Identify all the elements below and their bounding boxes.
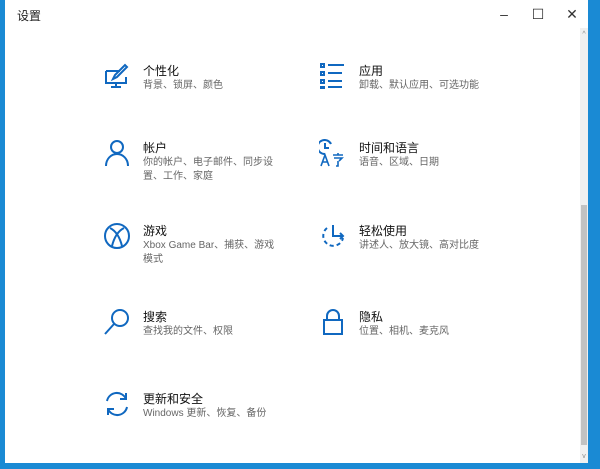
settings-item-privacy[interactable]: 隐私 位置、相机、麦克风	[319, 308, 519, 368]
maximize-button[interactable]: ☐	[521, 0, 555, 28]
settings-item-accounts[interactable]: 帐户 你的帐户、电子邮件、同步设置、工作、家庭	[103, 139, 303, 199]
settings-item-apps[interactable]: 应用 卸载、默认应用、可选功能	[319, 62, 519, 122]
close-button[interactable]: ✕	[555, 0, 589, 28]
settings-item-update-security[interactable]: 更新和安全 Windows 更新、恢复、备份	[103, 390, 303, 450]
settings-item-search[interactable]: 搜索 查找我的文件、权限	[103, 308, 303, 368]
scrollbar-thumb[interactable]	[581, 205, 587, 445]
item-description: 语音、区域、日期	[359, 157, 439, 168]
item-title: 游戏	[143, 224, 168, 238]
scroll-down-button[interactable]: v	[580, 453, 588, 460]
settings-item-ease-of-access[interactable]: 轻松使用 讲述人、放大镜、高对比度	[319, 222, 519, 282]
settings-item-gaming[interactable]: 游戏 Xbox Game Bar、捕获、游戏模式	[103, 222, 303, 282]
update-icon	[106, 391, 128, 417]
account-icon	[105, 140, 129, 167]
time-language-icon	[319, 139, 344, 167]
item-title: 个性化	[143, 64, 180, 78]
settings-item-personalization[interactable]: 个性化 背景、锁屏、颜色	[103, 62, 303, 122]
minimize-button[interactable]: –	[487, 0, 521, 28]
xbox-icon	[104, 223, 130, 249]
item-description: 查找我的文件、权限	[143, 326, 233, 337]
item-description: Windows 更新、恢复、备份	[143, 408, 267, 419]
item-description: 卸载、默认应用、可选功能	[359, 80, 479, 91]
item-title: 轻松使用	[359, 224, 408, 238]
item-title: 帐户	[143, 141, 168, 155]
apps-icon	[320, 63, 344, 89]
item-description: 讲述人、放大镜、高对比度	[359, 240, 479, 251]
item-description: 你的帐户、电子邮件、同步设置、工作、家庭	[143, 157, 273, 182]
search-icon	[104, 309, 129, 335]
scroll-up-button[interactable]: ^	[580, 31, 588, 38]
item-title: 隐私	[359, 310, 384, 324]
ease-of-access-icon	[322, 225, 345, 247]
item-title: 应用	[359, 64, 384, 78]
settings-item-time-language[interactable]: 时间和语言 语音、区域、日期	[319, 139, 519, 199]
item-description: 背景、锁屏、颜色	[143, 80, 223, 91]
item-title: 搜索	[143, 310, 168, 324]
scrollbar[interactable]: ^ v	[580, 28, 588, 463]
settings-window: 设置 – ☐ ✕ ^ v 个性化 背景、锁屏、颜色 应用 卸载、默认应用、可选功…	[5, 0, 588, 463]
item-title: 更新和安全	[143, 392, 204, 406]
lock-icon	[323, 309, 343, 335]
item-description: Xbox Game Bar、捕获、游戏模式	[143, 240, 275, 265]
item-title: 时间和语言	[359, 141, 420, 155]
personalization-icon	[105, 63, 129, 88]
window-title: 设置	[17, 9, 42, 23]
item-description: 位置、相机、麦克风	[359, 326, 449, 337]
